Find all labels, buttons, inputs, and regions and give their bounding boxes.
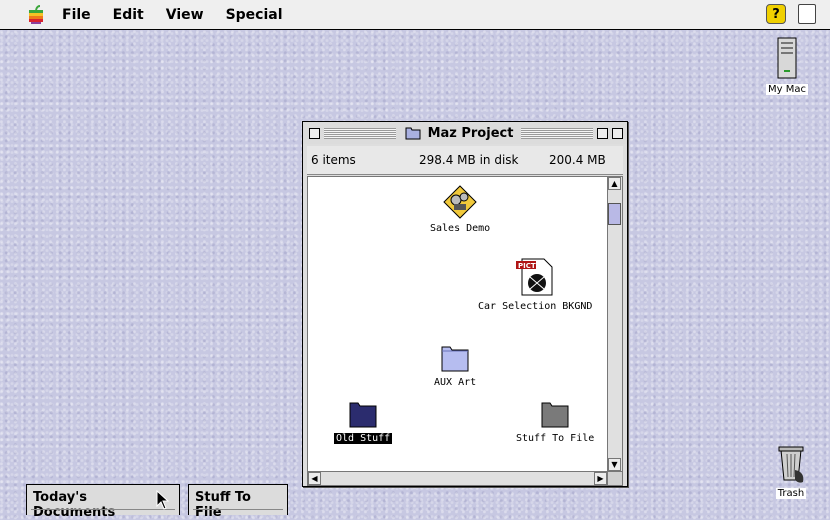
menu-edit[interactable]: Edit	[113, 7, 144, 23]
movie-file-icon	[443, 185, 477, 219]
folder-icon	[441, 346, 469, 372]
horizontal-scrollbar[interactable]: ◀ ▶	[307, 472, 608, 486]
tab-stuff-to-file[interactable]: Stuff To File	[188, 484, 288, 520]
mouse-pointer-icon	[156, 490, 170, 510]
titlebar-stripes-right	[521, 127, 593, 139]
pict-tag: PICT	[518, 262, 536, 270]
file-item-aux-art[interactable]: AUX Art	[434, 341, 476, 388]
zoom-box-icon[interactable]	[597, 127, 608, 139]
computer-icon	[777, 37, 797, 79]
file-label: Stuff To File	[516, 433, 595, 444]
titlebar-stripes	[324, 127, 396, 139]
trash-label: Trash	[775, 488, 807, 499]
disk-usage: 298.4 MB in disk	[419, 153, 519, 167]
trash-desktop-icon[interactable]: Trash	[773, 444, 809, 499]
window-content: Sales Demo PICT Car Selection BKGND AUX …	[307, 176, 608, 472]
window-title-text: Maz Project	[427, 125, 514, 141]
file-label-selected: Old Stuff	[334, 433, 393, 444]
item-count: 6 items	[311, 153, 356, 167]
file-label: AUX Art	[434, 377, 477, 388]
scroll-left-arrow-icon[interactable]: ◀	[308, 472, 321, 485]
window-titlebar[interactable]: Maz Project	[303, 122, 627, 144]
help-menu-icon[interactable]: ?	[766, 4, 786, 24]
menu-special[interactable]: Special	[226, 7, 283, 23]
file-label: Sales Demo	[430, 223, 491, 234]
scroll-up-arrow-icon[interactable]: ▲	[608, 177, 621, 190]
resize-grow-box-icon[interactable]	[608, 472, 623, 486]
application-menu-icon[interactable]	[798, 4, 816, 24]
menu-view[interactable]: View	[166, 7, 204, 23]
tab-label: Today's Documents	[33, 490, 116, 520]
scroll-down-arrow-icon[interactable]: ▼	[608, 458, 621, 471]
file-item-car-selection-bkgnd[interactable]: PICT Car Selection BKGND	[478, 257, 592, 312]
window-info-bar: 6 items 298.4 MB in disk 200.4 MB	[307, 146, 623, 175]
scroll-right-arrow-icon[interactable]: ▶	[594, 472, 607, 485]
tab-label: Stuff To File	[195, 490, 251, 520]
file-item-old-stuff[interactable]: Old Stuff	[334, 397, 393, 444]
finder-window: Maz Project 6 items 298.4 MB in disk 200…	[302, 121, 628, 487]
scroll-thumb[interactable]	[608, 203, 621, 225]
apple-logo-icon[interactable]	[26, 4, 48, 25]
file-label: Car Selection BKGND	[478, 301, 593, 312]
collapse-box-icon[interactable]	[612, 127, 623, 139]
my-mac-label: My Mac	[766, 84, 808, 95]
menu-bar: File Edit View Special ?	[0, 0, 830, 30]
pict-file-icon: PICT	[516, 258, 553, 296]
file-item-sales-demo[interactable]: Sales Demo	[430, 185, 490, 234]
trash-can-icon	[778, 446, 804, 483]
folder-icon	[541, 402, 569, 428]
close-box-icon[interactable]	[309, 127, 320, 139]
available-space: 200.4 MB	[549, 153, 606, 167]
menu-file[interactable]: File	[62, 7, 91, 23]
vertical-scrollbar[interactable]: ▲ ▼	[608, 176, 623, 472]
my-mac-desktop-icon[interactable]: My Mac	[766, 36, 808, 95]
window-title: Maz Project	[400, 125, 518, 141]
file-item-stuff-to-file[interactable]: Stuff To File	[516, 397, 594, 444]
folder-icon	[349, 402, 377, 428]
folder-icon	[405, 127, 421, 140]
